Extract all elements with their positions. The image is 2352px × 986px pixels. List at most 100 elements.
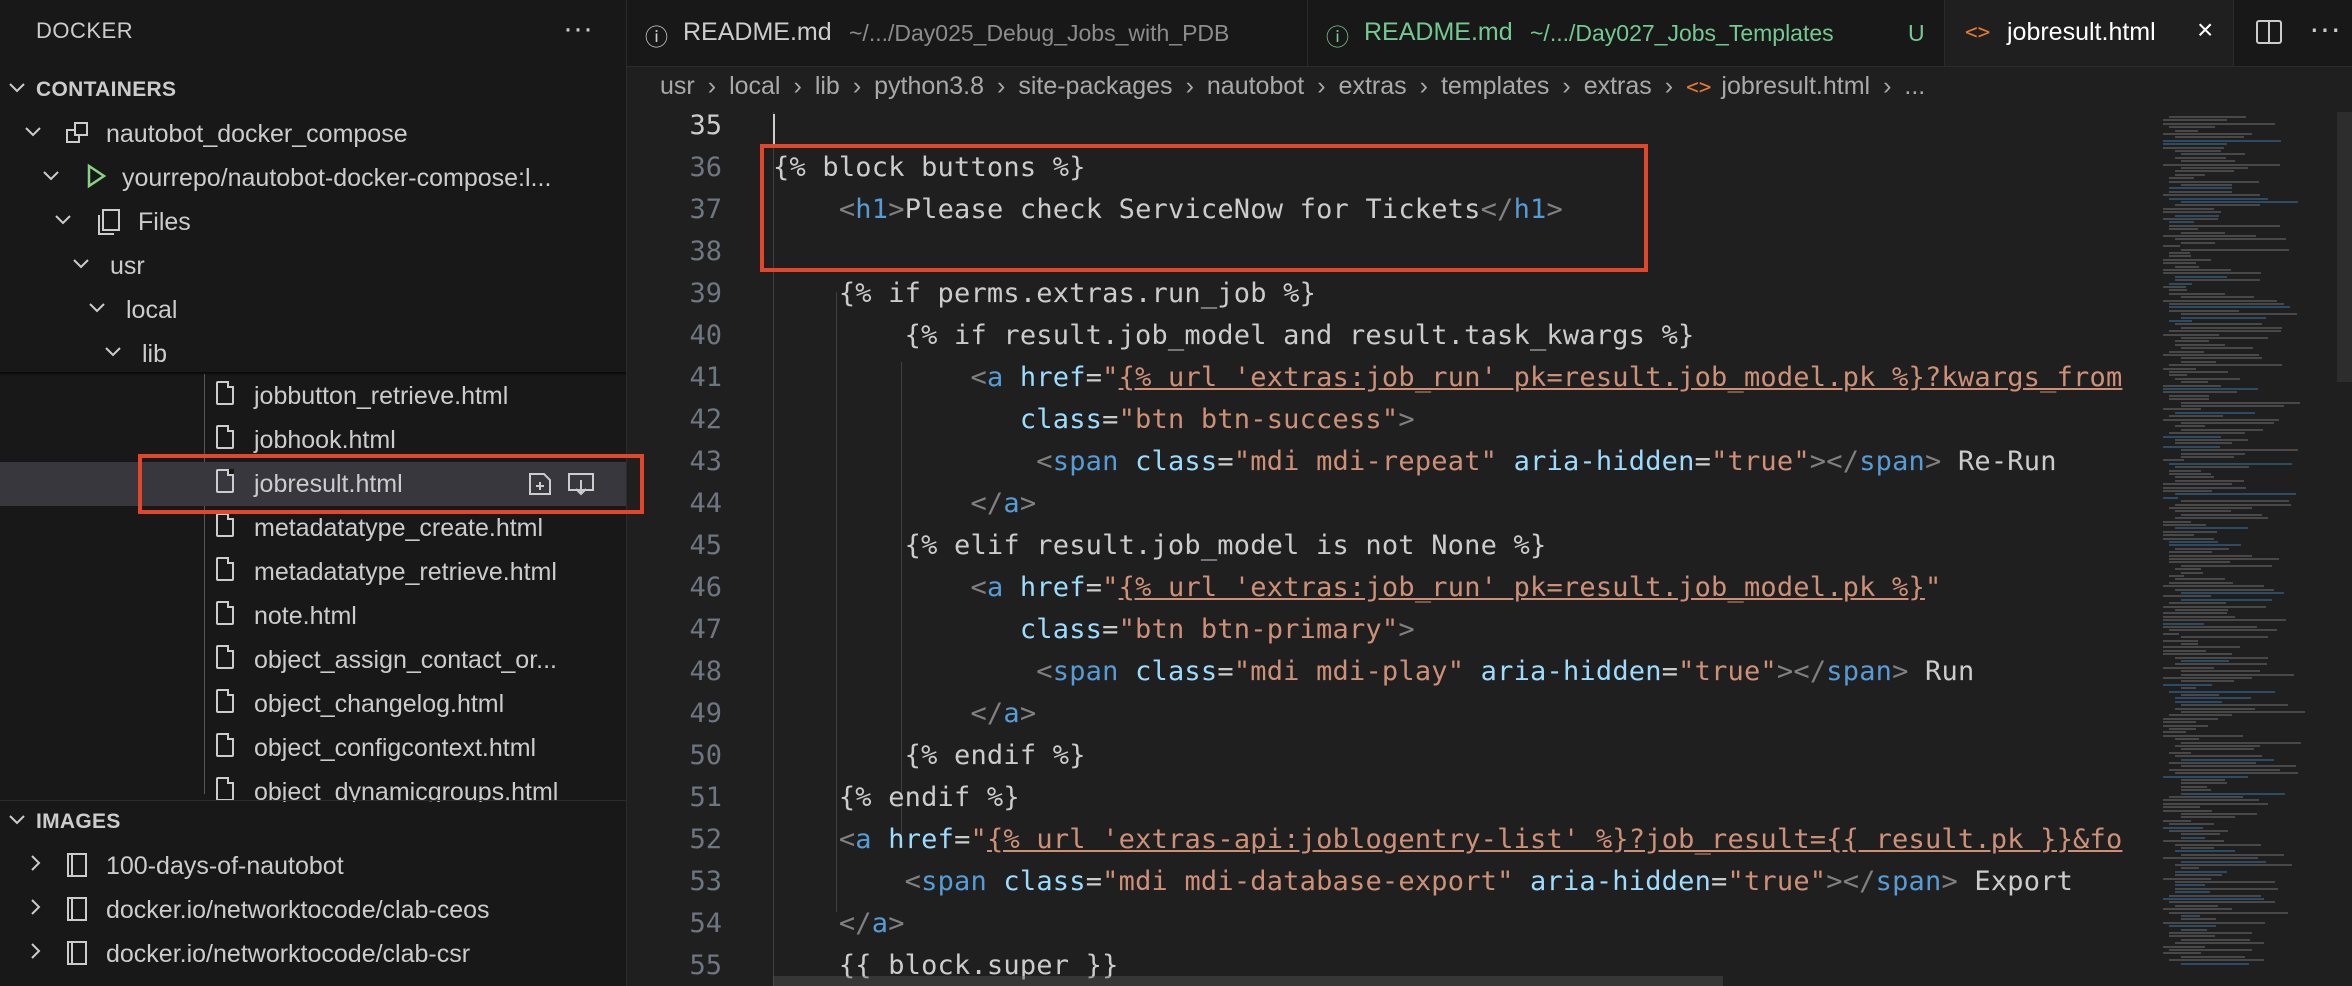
breadcrumb-item[interactable]: lib (815, 72, 840, 101)
code-line[interactable]: {% endif %} (773, 782, 1020, 813)
breadcrumb-item[interactable]: extras (1584, 72, 1652, 101)
minimap-line (2163, 952, 2202, 955)
minimap[interactable] (2157, 112, 2337, 986)
file-item[interactable]: object_changelog.html (0, 682, 626, 726)
minimap-line (2175, 904, 2218, 907)
file-item[interactable]: note.html (0, 594, 626, 638)
image-item[interactable]: 100-days-of-nautobot (0, 844, 626, 888)
image-item[interactable]: docker.io/networktocode/clab-ceos (0, 888, 626, 932)
code-line[interactable]: {% elif result.job_model is not None %} (773, 530, 1547, 561)
file-item[interactable]: metadatatype_create.html (0, 506, 626, 550)
containers-section-header[interactable]: CONTAINERS (0, 68, 626, 112)
code-line[interactable]: class="btn btn-success"> (773, 404, 1415, 435)
breadcrumb-more[interactable]: ... (1904, 72, 1925, 101)
tree-item-files[interactable]: Files (0, 200, 626, 244)
minimap-line (2163, 646, 2241, 649)
minimap-line (2181, 704, 2288, 707)
breadcrumb-item[interactable]: usr (660, 72, 695, 101)
minimap-line (2175, 493, 2296, 496)
images-section-header[interactable]: IMAGES (0, 800, 626, 844)
minimap-line (2169, 823, 2214, 826)
file-label: jobresult.html (254, 470, 403, 498)
minimap-line (2163, 207, 2214, 210)
file-item[interactable]: object_dynamicgroups.html (0, 770, 626, 802)
code-line[interactable]: {% block buttons %} (773, 152, 1086, 183)
code-line[interactable]: </a> (773, 908, 905, 939)
minimap-line (2169, 581, 2233, 584)
code-line[interactable]: </a> (773, 698, 1036, 729)
image-label: 100-days-of-nautobot (106, 852, 344, 880)
minimap-line (2163, 921, 2266, 924)
minimap-line (2175, 772, 2298, 775)
minimap-line (2175, 697, 2252, 700)
minimap-line (2175, 129, 2199, 132)
minimap-line (2169, 221, 2194, 224)
tab-readme-day027[interactable]: ⓘ README.md ~/.../Day027_Jobs_Templates … (1308, 0, 1945, 66)
line-number: 36 (689, 152, 722, 183)
line-number: 51 (689, 782, 722, 813)
download-file-icon[interactable] (566, 470, 596, 505)
code-line[interactable]: <a href="{% url 'extras-api:joblogentry-… (773, 824, 2122, 855)
vertical-scrollbar[interactable] (2337, 112, 2352, 382)
code-line[interactable]: class="btn btn-primary"> (773, 614, 1415, 645)
close-icon[interactable]: × (2197, 14, 2213, 46)
breadcrumb-item[interactable]: python3.8 (874, 72, 984, 101)
minimap-line (2163, 734, 2243, 737)
more-actions-icon[interactable]: ··· (2309, 10, 2341, 47)
minimap-line (2163, 122, 2275, 125)
chevron-down-icon (22, 120, 44, 149)
code-line[interactable]: <span class="mdi mdi-repeat" aria-hidden… (773, 446, 2057, 477)
file-item[interactable]: object_assign_contact_or... (0, 638, 626, 682)
code-line[interactable]: <span class="mdi mdi-play" aria-hidden="… (773, 656, 1974, 687)
file-item[interactable]: jobbutton_retrieve.html (0, 374, 626, 418)
minimap-line (2175, 870, 2228, 873)
minimap-line (2169, 197, 2269, 200)
breadcrumb-item[interactable]: local (729, 72, 780, 101)
file-item[interactable]: jobhook.html (0, 418, 626, 462)
code-line[interactable]: {% if perms.extras.run_job %} (773, 278, 1316, 309)
file-item[interactable]: object_configcontext.html (0, 726, 626, 770)
image-item[interactable]: docker.io/networktocode/clab-csr (0, 932, 626, 976)
split-editor-icon[interactable] (2254, 18, 2284, 51)
code-line[interactable]: <h1>Please check ServiceNow for Tickets<… (773, 194, 1563, 225)
code-line[interactable]: </a> (773, 488, 1036, 519)
breadcrumb-item[interactable]: extras (1339, 72, 1407, 101)
code-editor[interactable]: 35 36 37 38 39 40 41 42 43 44 45 46 47 48 49 50 51 52 53 54… (627, 112, 2157, 986)
container-item-running[interactable]: yourrepo/nautobot-docker-compose:l... (0, 156, 626, 200)
minimap-line (2163, 262, 2197, 265)
tree-item-lib[interactable]: lib (0, 332, 626, 376)
minimap-line (2175, 656, 2268, 659)
tab-label: README.md (683, 18, 832, 46)
container-item-nautobot-docker-compose[interactable]: nautobot_docker_compose (0, 112, 626, 156)
horizontal-scrollbar[interactable] (773, 976, 1723, 986)
breadcrumb-item[interactable]: templates (1441, 72, 1549, 101)
minimap-line (2181, 833, 2220, 836)
tab-path: ~/.../Day027_Jobs_Templates (1530, 20, 1834, 46)
breadcrumb-item-current[interactable]: jobresult.html (1721, 72, 1870, 101)
tree-item-usr[interactable]: usr (0, 244, 626, 288)
breadcrumb-item[interactable]: nautobot (1207, 72, 1304, 101)
code-line[interactable]: <a href="{% url 'extras:job_run' pk=resu… (773, 362, 2122, 393)
minimap-line (2163, 619, 2286, 622)
chevron-right-icon: › (852, 72, 862, 100)
open-file-icon[interactable] (526, 470, 556, 505)
tab-jobresult[interactable]: <> jobresult.html × (1945, 0, 2234, 66)
minimap-line (2163, 799, 2259, 802)
minimap-line (2181, 241, 2215, 244)
breadcrumb-item[interactable]: site-packages (1018, 72, 1172, 101)
minimap-line (2181, 456, 2234, 458)
code-line[interactable]: <span class="mdi mdi-database-export" ar… (773, 866, 2073, 897)
minimap-line (2169, 959, 2264, 962)
minimap-line (2163, 384, 2221, 387)
file-item[interactable]: metadatatype_retrieve.html (0, 550, 626, 594)
tree-item-local[interactable]: local (0, 288, 626, 332)
more-actions-icon[interactable]: ··· (563, 14, 593, 44)
code-line[interactable]: <a href="{% url 'extras:job_run' pk=resu… (773, 572, 1941, 603)
file-item-selected[interactable]: jobresult.html (0, 462, 626, 506)
minimap-line (2163, 354, 2260, 356)
code-line[interactable]: {% if result.job_model and result.task_k… (773, 320, 1695, 351)
code-line[interactable]: {% endif %} (773, 740, 1086, 771)
minimap-line (2163, 272, 2262, 275)
tab-readme-day025[interactable]: ⓘ README.md ~/.../Day025_Debug_Jobs_with… (627, 0, 1308, 66)
minimap-line (2163, 809, 2213, 812)
